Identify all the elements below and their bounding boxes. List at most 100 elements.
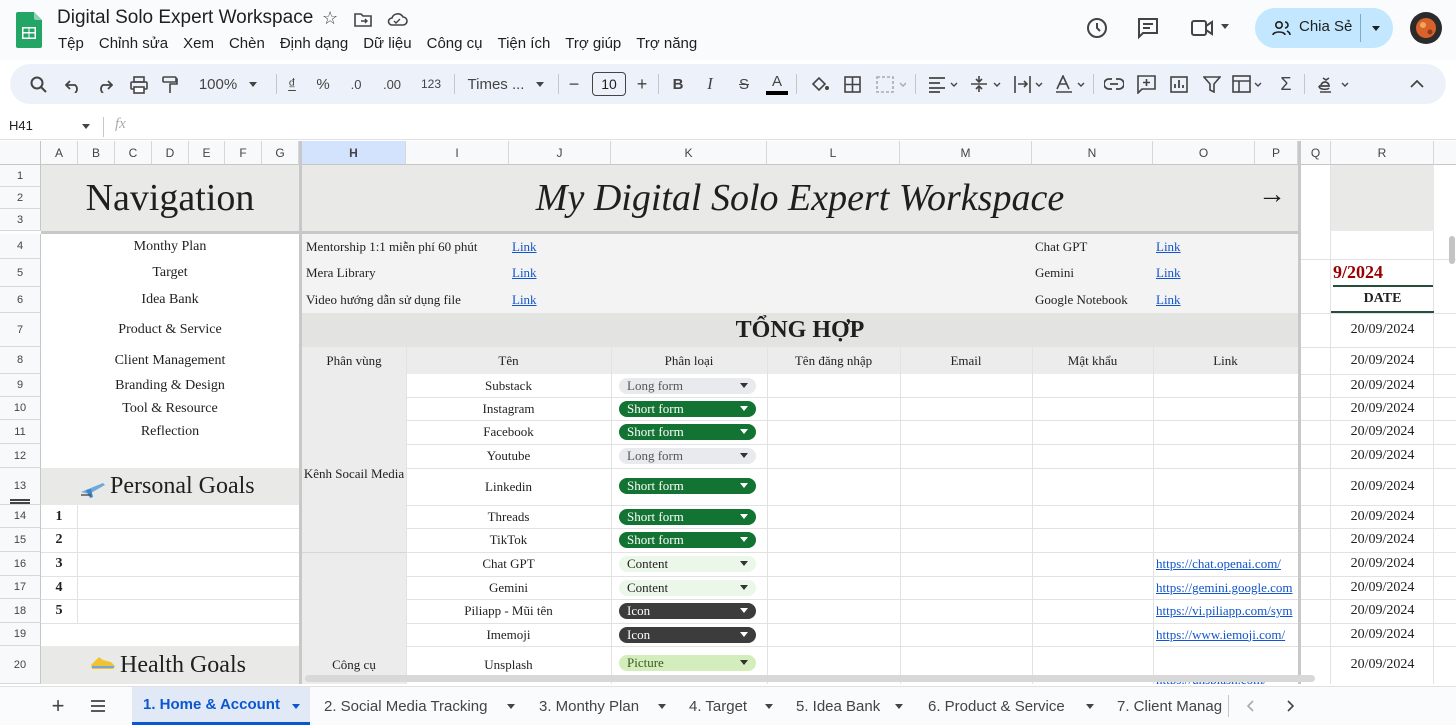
row-header-18[interactable]: 18 [0,599,41,623]
menu-view[interactable]: Xem [183,35,214,52]
share-dropdown-icon[interactable] [1372,26,1380,31]
row-header-4[interactable]: 4 [0,234,41,259]
input-tools-icon[interactable] [1316,75,1350,94]
row-header-16[interactable]: 16 [0,552,41,576]
nav-client-management[interactable]: Client Management [41,347,299,374]
resource-link[interactable]: Link [512,287,537,313]
column-header-g[interactable]: G [262,141,299,165]
all-sheets-icon[interactable] [90,700,106,712]
resource-link[interactable]: Link [512,259,537,287]
font-size-input[interactable]: 10 [592,72,626,96]
menu-help[interactable]: Trợ giúp [565,35,621,52]
fill-color-icon[interactable] [810,75,830,93]
menu-accessibility[interactable]: Trợ năng [636,35,697,52]
avatar[interactable] [1410,12,1442,44]
column-header-j[interactable]: J [509,141,611,165]
bold-button[interactable]: B [666,64,690,104]
nav-branding-design[interactable]: Branding & Design [41,374,299,397]
decrease-font-size-button[interactable]: − [562,64,586,104]
nav-reflection[interactable]: Reflection [41,420,299,444]
more-formats-button[interactable]: 123 [415,64,447,104]
column-header-q[interactable]: Q [1301,141,1331,165]
row-header-7[interactable]: 7 [0,313,41,347]
insert-comment-icon[interactable] [1137,75,1157,94]
row-header-3[interactable]: 3 [0,209,41,231]
redo-icon[interactable] [97,77,113,93]
table-row-link[interactable]: https://chat.openai.com/ [1156,552,1281,576]
column-header-d[interactable]: D [152,141,189,165]
resource-link[interactable]: Link [512,234,537,259]
spreadsheet-grid[interactable]: A B C D E F G H I J K L M N O P Q R 1 2 … [0,141,1456,684]
tab-social-media-tracking[interactable]: 2. Social Media Tracking [324,687,519,725]
filter-icon[interactable] [1203,76,1221,93]
menu-insert[interactable]: Chèn [229,35,265,52]
nav-monthly-plan[interactable]: Monthy Plan [41,234,299,259]
menu-edit[interactable]: Chỉnh sửa [99,35,168,52]
document-title[interactable]: Digital Solo Expert Workspace [57,7,313,29]
type-dropdown-chip[interactable]: Picture [619,655,756,671]
italic-button[interactable]: I [698,64,722,104]
column-header-k[interactable]: K [611,141,767,165]
tab-target[interactable]: 4. Target [689,687,777,725]
cloud-saved-icon[interactable] [386,11,408,27]
row-header-20[interactable]: 20 [0,646,41,684]
row-header-5[interactable]: 5 [0,259,41,287]
nav-product-service[interactable]: Product & Service [41,313,299,347]
scroll-tabs-right-icon[interactable] [1287,700,1295,712]
tab-idea-bank[interactable]: 5. Idea Bank [796,687,907,725]
tab-home-account[interactable]: 1. Home & Account [132,687,310,725]
comments-icon[interactable] [1136,16,1160,40]
row-header-14[interactable]: 14 [0,505,41,528]
sheets-logo-icon[interactable] [16,12,42,48]
text-wrapping-icon[interactable] [1013,75,1045,94]
horizontal-align-icon[interactable] [928,76,960,93]
strikethrough-button[interactable]: S [732,64,756,104]
type-dropdown-chip[interactable]: Icon [619,603,756,619]
borders-icon[interactable] [844,76,861,93]
type-dropdown-chip[interactable]: Long form [619,378,756,394]
zoom-select[interactable]: 100% [193,64,263,104]
column-header-h[interactable]: H [302,141,406,165]
percent-format-button[interactable]: % [312,64,334,104]
filter-views-icon[interactable] [1232,75,1266,94]
print-icon[interactable] [130,76,148,94]
version-history-icon[interactable] [1085,16,1109,40]
currency-format-button[interactable]: ₫ [282,64,302,104]
vertical-align-icon[interactable] [970,75,1004,94]
type-dropdown-chip[interactable]: Short form [619,509,756,525]
table-row-link[interactable]: https://www.iemoji.com/ [1156,623,1285,646]
increase-decimal-button[interactable]: .00 [376,64,408,104]
type-dropdown-chip[interactable]: Short form [619,401,756,417]
tab-monthly-plan[interactable]: 3. Monthy Plan [539,687,670,725]
column-header-n[interactable]: N [1032,141,1153,165]
type-dropdown-chip[interactable]: Short form [619,532,756,548]
menu-tools[interactable]: Công cụ [427,35,483,52]
name-box[interactable]: H41 [9,118,33,133]
row-header-11[interactable]: 11 [0,420,41,444]
column-header-e[interactable]: E [189,141,225,165]
nav-tool-resource[interactable]: Tool & Resource [41,397,299,420]
nav-idea-bank[interactable]: Idea Bank [41,287,299,313]
column-header-c[interactable]: C [115,141,152,165]
tab-client-management[interactable]: 7. Client Manag [1117,687,1226,725]
column-header-a[interactable]: A [41,141,78,165]
ai-tool-link[interactable]: Link [1156,234,1181,259]
type-dropdown-chip[interactable]: Content [619,580,756,596]
column-header-o[interactable]: O [1153,141,1255,165]
column-header-i[interactable]: I [406,141,509,165]
type-dropdown-chip[interactable]: Long form [619,448,756,464]
increase-font-size-button[interactable]: + [630,64,654,104]
paint-format-icon[interactable] [162,76,178,94]
column-header-l[interactable]: L [767,141,900,165]
formula-input[interactable] [145,118,1435,136]
add-sheet-icon[interactable]: + [48,687,68,725]
horizontal-scrollbar[interactable] [305,675,1315,682]
select-all-corner[interactable] [0,141,41,165]
row-header-19[interactable]: 19 [0,623,41,646]
column-header-m[interactable]: M [900,141,1032,165]
functions-button[interactable]: Σ [1276,64,1296,104]
tab-product-service[interactable]: 6. Product & Service [928,687,1098,725]
type-dropdown-chip[interactable]: Content [619,556,756,572]
move-folder-icon[interactable] [354,11,372,27]
row-header-6[interactable]: 6 [0,287,41,313]
